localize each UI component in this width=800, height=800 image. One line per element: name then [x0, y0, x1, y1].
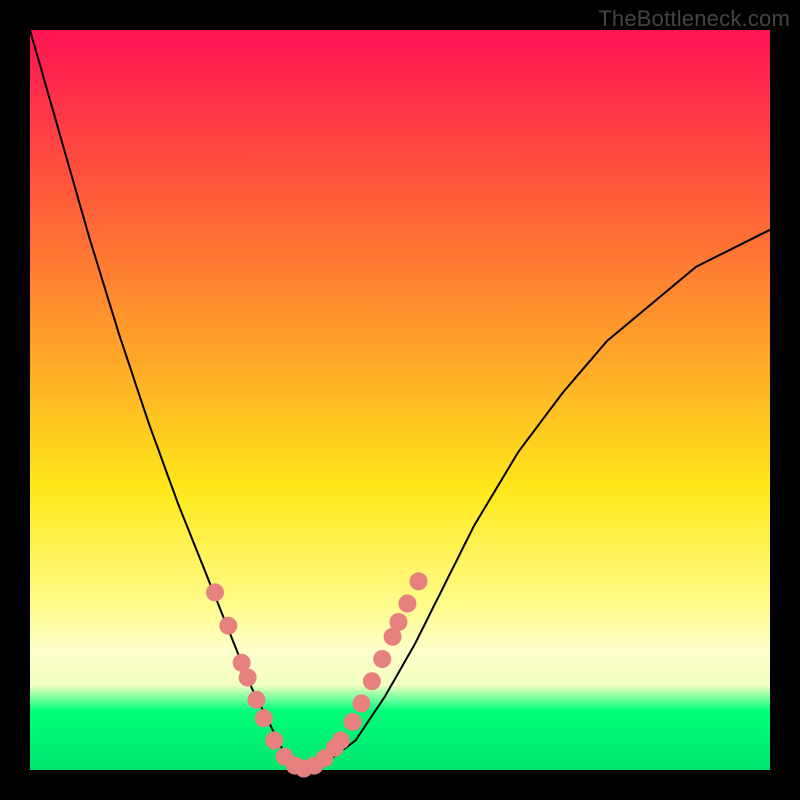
watermark-text: TheBottleneck.com: [598, 6, 790, 32]
gradient-plot-area: [30, 30, 770, 770]
